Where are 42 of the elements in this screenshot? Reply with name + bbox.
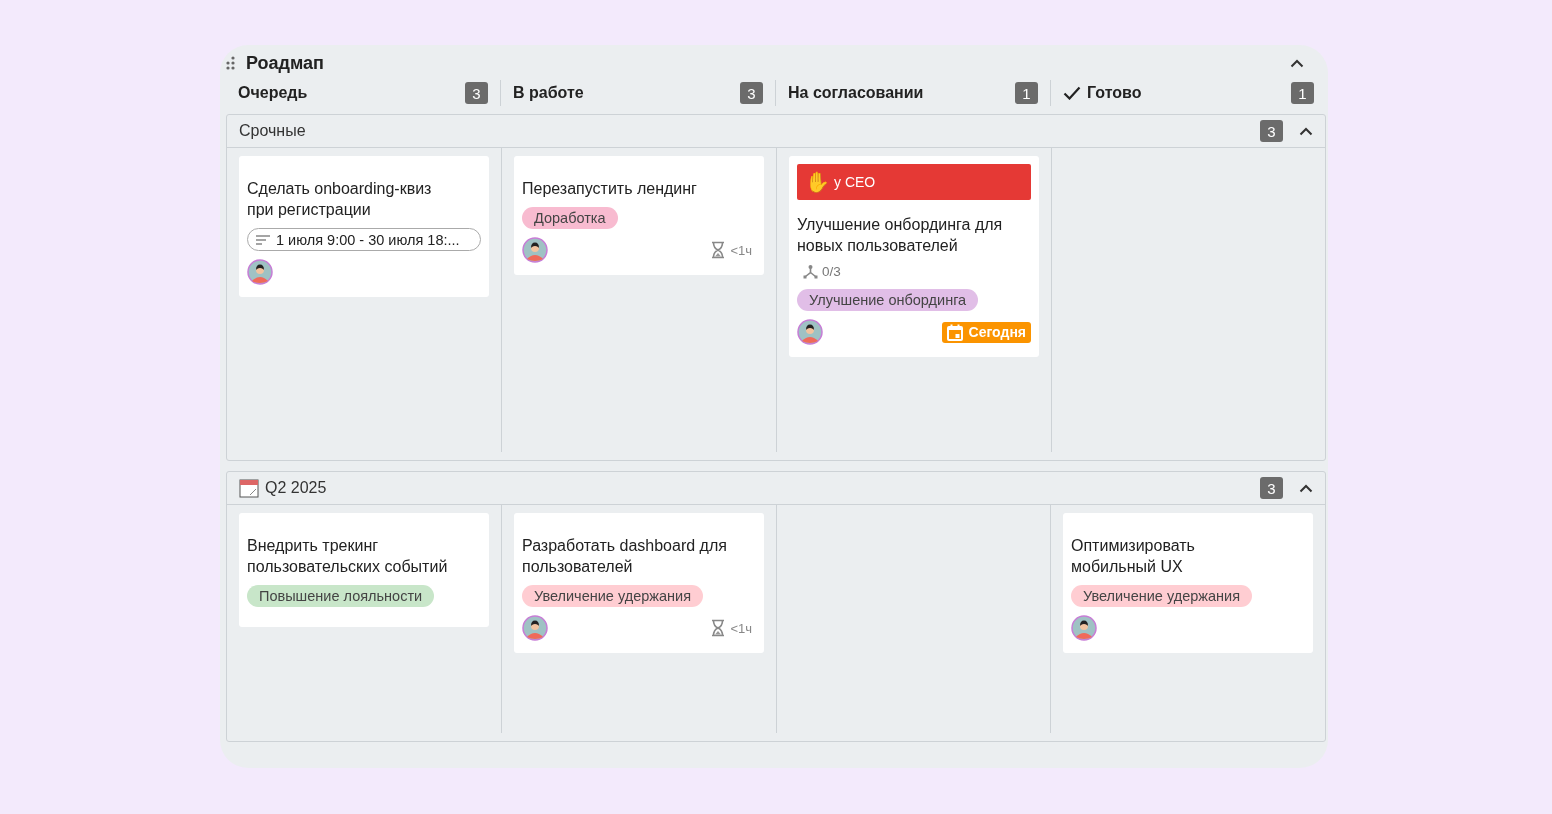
time-estimate: <1ч	[730, 242, 752, 258]
tag: Улучшение онбординга	[797, 289, 979, 311]
task-count: 1	[1015, 82, 1038, 104]
subtasks-icon	[803, 264, 818, 279]
task-count: 3	[465, 82, 488, 104]
time-estimate: <1ч	[730, 620, 752, 636]
chevron-up-icon[interactable]	[1299, 126, 1313, 136]
task-count: 3	[1260, 477, 1283, 499]
task-count: 3	[1260, 120, 1283, 142]
tag: Повышение лояльности	[247, 585, 435, 607]
due-date-badge: Сегодня	[941, 321, 1031, 343]
card-title: Перезапустить лендинг	[522, 179, 698, 199]
tag: Доработка	[522, 207, 618, 229]
drag-handle-icon[interactable]	[224, 55, 236, 71]
chevron-up-icon[interactable]	[1299, 483, 1313, 493]
hourglass-icon	[710, 241, 727, 259]
status-label: у CEO	[834, 174, 876, 190]
lane-header[interactable]: Срочные 3	[227, 115, 1325, 148]
lane-title: Срочные	[239, 122, 307, 140]
tag: Увеличение удержания	[1071, 585, 1252, 607]
card-title: Внедрить трекинг пользовательских событий	[247, 536, 449, 577]
sort-lines-icon	[256, 234, 270, 245]
task-count: 1	[1291, 82, 1314, 104]
tag: Увеличение удержания	[522, 585, 703, 607]
column-title: В работе	[513, 84, 585, 102]
board-title: Роадмап	[246, 52, 325, 74]
chevron-up-icon[interactable]	[1290, 58, 1304, 68]
task-count: 3	[740, 82, 763, 104]
calendar-icon	[946, 323, 963, 341]
column-title: Очередь	[238, 84, 309, 102]
lane-title: Q2 2025	[265, 479, 328, 497]
column-title: На согласовании	[788, 84, 925, 102]
hourglass-icon	[710, 619, 727, 637]
card-title: Оптимизировать мобильный UX	[1071, 536, 1196, 577]
card-title: Улучшение онбординга для новых пользователей	[797, 215, 1004, 256]
hand-icon: ✋	[805, 172, 830, 192]
calendar-icon	[239, 478, 259, 498]
card-title: Сделать onboarding-квиз при регистрации	[247, 179, 433, 220]
lane-header[interactable]: Q2 2025 3	[227, 472, 1325, 505]
card-title: Разработать dashboard для пользователей	[522, 536, 728, 577]
subtask-count: 0/3	[822, 264, 841, 279]
column-title: Готово	[1087, 84, 1143, 102]
